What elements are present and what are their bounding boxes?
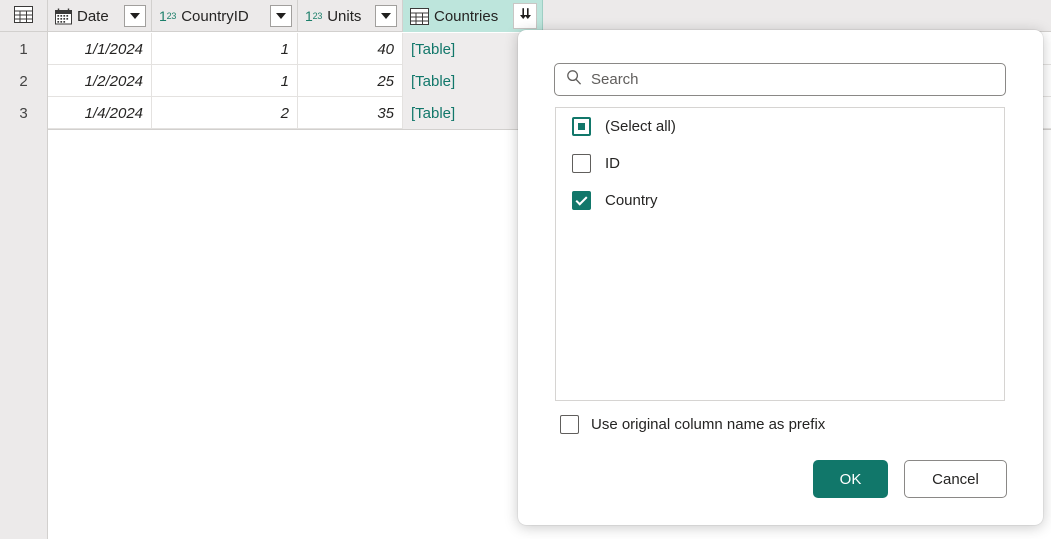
cell-date[interactable]: 1/1/2024	[48, 33, 152, 65]
column-filter-dropdown-units[interactable]	[375, 5, 397, 27]
column-header-label: Date	[77, 8, 119, 25]
table-grid-icon	[14, 6, 33, 27]
whole-number-icon: 123	[159, 9, 176, 23]
column-header-label: Units	[327, 8, 370, 25]
cell-countryid[interactable]: 1	[152, 33, 298, 65]
expand-columns-icon	[517, 7, 534, 25]
whole-number-icon: 123	[305, 9, 322, 23]
cell-date[interactable]: 1/4/2024	[48, 97, 152, 129]
column-checkbox-list: (Select all) ID Country	[555, 107, 1005, 401]
checkmark-icon	[575, 193, 587, 205]
list-item-label: (Select all)	[605, 118, 676, 135]
list-item-country[interactable]: Country	[556, 182, 1004, 219]
list-item-select-all[interactable]: (Select all)	[556, 108, 1004, 145]
prefix-option-label: Use original column name as prefix	[591, 416, 825, 433]
search-placeholder: Search	[591, 71, 639, 88]
select-all-corner-button[interactable]	[0, 0, 48, 32]
cell-date[interactable]: 1/2/2024	[48, 65, 152, 97]
cell-countryid[interactable]: 1	[152, 65, 298, 97]
row-number: 3	[0, 97, 48, 129]
chevron-down-icon	[276, 13, 286, 19]
row-number: 2	[0, 65, 48, 97]
list-item-label: ID	[605, 155, 620, 172]
search-input[interactable]: Search	[554, 63, 1006, 96]
column-filter-dropdown-countryid[interactable]	[270, 5, 292, 27]
grid-header-row: Date 123 CountryID 123 Units	[0, 0, 1051, 32]
indeterminate-square	[578, 123, 585, 130]
chevron-down-icon	[130, 13, 140, 19]
chevron-down-icon	[381, 13, 391, 19]
column-header-label: CountryID	[181, 8, 265, 25]
checkbox-unchecked-icon[interactable]	[572, 154, 591, 173]
column-header-countryid[interactable]: 123 CountryID	[152, 0, 298, 32]
dialog-button-row: OK Cancel	[813, 460, 1007, 498]
cell-units[interactable]: 40	[298, 33, 403, 65]
cell-countryid[interactable]: 2	[152, 97, 298, 129]
search-icon	[566, 69, 582, 90]
list-item-label: Country	[605, 192, 658, 209]
expand-columns-button[interactable]	[513, 3, 537, 29]
column-header-countries[interactable]: Countries	[403, 0, 543, 32]
expand-columns-dialog: Search (Select all) ID Country	[518, 30, 1043, 525]
table-grid-icon	[410, 8, 429, 25]
checkbox-unchecked-icon[interactable]	[560, 415, 579, 434]
column-header-label: Countries	[434, 8, 508, 25]
row-number: 1	[0, 33, 48, 65]
cancel-button[interactable]: Cancel	[904, 460, 1007, 498]
checkbox-indeterminate-icon[interactable]	[572, 117, 591, 136]
column-header-units[interactable]: 123 Units	[298, 0, 403, 32]
app-root: Date 123 CountryID 123 Units	[0, 0, 1051, 539]
use-original-column-name-prefix-option[interactable]: Use original column name as prefix	[560, 415, 825, 434]
cell-units[interactable]: 25	[298, 65, 403, 97]
column-header-date[interactable]: Date	[48, 0, 152, 32]
cell-units[interactable]: 35	[298, 97, 403, 129]
checkbox-checked-icon[interactable]	[572, 191, 591, 210]
list-item-id[interactable]: ID	[556, 145, 1004, 182]
column-filter-dropdown-date[interactable]	[124, 5, 146, 27]
calendar-icon	[55, 8, 72, 25]
ok-button[interactable]: OK	[813, 460, 888, 498]
